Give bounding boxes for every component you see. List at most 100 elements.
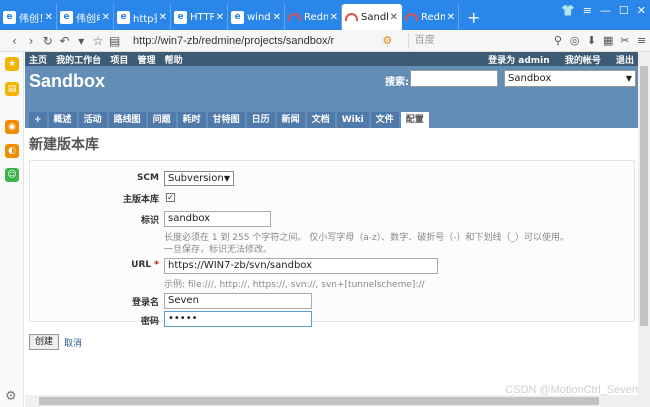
tab-issues[interactable]: 问题 [147,112,176,128]
browser-tab[interactable]: e伟创！✕ [0,4,57,30]
settings-gear-icon[interactable]: ⚙ [5,389,17,404]
app-icon[interactable]: ☺ [5,168,19,182]
vertical-scrollbar[interactable] [638,52,650,395]
minimize-icon[interactable]: — [600,4,611,17]
skin-icon[interactable]: 👕 [561,4,575,17]
url-label: URL * [44,260,159,270]
url-input[interactable]: https://WIN7-zb/svn/sandbox [164,258,438,274]
my-account-link[interactable]: 我的帐号 [565,56,601,66]
tab-wiki[interactable]: Wiki [336,112,369,128]
browser-sidebar: ★ ▤ ◉ ◐ ☺ ⚙ [0,52,24,407]
notes-icon[interactable]: ▤ [5,82,19,96]
redmine-icon [288,13,301,21]
top-menu-help[interactable]: 帮助 [165,56,183,66]
project-jump-value: Sandbox [508,73,552,84]
password-input[interactable]: ••••• [164,311,312,327]
browser-tab[interactable]: ehttp鉴✕ [114,4,171,30]
main-menu: + 概述 活动 路线图 问题 耗时 甘特图 日历 新闻 文档 Wiki 文件 配… [25,111,638,128]
url-field[interactable]: http://win7-zb/redmine/projects/sandbox/… [133,33,379,49]
logout-link[interactable]: 退出 [616,56,634,66]
tab-files[interactable]: 文件 [370,112,399,128]
identifier-input[interactable]: sandbox [164,211,271,227]
rss-icon[interactable]: ◉ [5,120,19,134]
toolbar-icon-1[interactable]: ◎ [566,34,583,47]
ie-icon: e [231,10,244,24]
identifier-label: 标识 [140,216,159,226]
star-icon[interactable]: ☆ [90,34,107,48]
close-icon[interactable]: ✕ [447,12,455,23]
undo-icon[interactable]: ↶ [56,34,73,48]
top-menu: 主页 我的工作台 项目 管理 帮助 登录为 admin 我的帐号 退出 [25,52,638,66]
back-icon[interactable]: ‹ [6,34,23,48]
tab-news[interactable]: 新闻 [276,112,305,128]
horizontal-scrollbar[interactable] [25,395,650,407]
toolbar-icon-3[interactable]: ▦ [600,34,617,47]
main-repository-checkbox[interactable]: ✓ [166,193,175,202]
toolbar-icon-4[interactable]: ✂ [617,34,634,47]
close-window-icon[interactable]: ✕ [637,4,646,17]
browser-tab[interactable]: ewindo✕ [228,4,285,30]
favorites-star-icon[interactable]: ★ [5,57,19,71]
main-content: 新建版本库 SCM Subversion ▼ 主版本库 ✓ 标识 sandbox … [25,128,638,350]
url-info: 示例: file:///, http://, https://, svn://,… [164,280,425,290]
project-jump-select[interactable]: Sandbox ▼ [504,70,636,87]
top-menu-home[interactable]: 主页 [29,56,47,66]
browser-tab[interactable]: e伟创电✕ [57,4,114,30]
tab-documents[interactable]: 文档 [306,112,335,128]
top-menu-projects[interactable]: 项目 [110,56,128,66]
tab-activity[interactable]: 活动 [78,112,107,128]
chevron-down-icon: ▼ [625,74,632,83]
tab-roadmap[interactable]: 路线图 [108,112,146,128]
horizontal-scrollbar-thumb[interactable] [39,397,599,405]
search-label: 搜索: [385,77,409,88]
dropdown-icon[interactable]: ▾ [73,34,90,48]
refresh-icon[interactable]: ↻ [39,34,56,48]
new-tab-button[interactable]: + [459,4,488,30]
tab-spent-time[interactable]: 耗时 [177,112,206,128]
main-repository-label: 主版本库 [122,195,159,205]
toolbar-icon-2[interactable]: ⬇ [583,34,600,47]
close-icon[interactable]: ✕ [102,12,110,23]
close-icon[interactable]: ✕ [45,12,53,23]
forward-icon[interactable]: › [23,34,40,48]
identifier-info-2: 一旦保存，标识无法修改。 [164,245,273,255]
close-icon[interactable]: ✕ [330,12,338,23]
vertical-scrollbar-thumb[interactable] [640,66,648,326]
close-icon[interactable]: ✕ [216,12,224,23]
browser-tab[interactable]: e HTTP ✕ [171,4,228,30]
login-input[interactable]: Seven [164,293,312,309]
close-icon[interactable]: ✕ [390,12,398,23]
ie-icon: e [3,10,16,24]
menu-icon[interactable]: ≡ [583,4,592,17]
password-label: 密码 [140,317,159,327]
top-menu-left: 主页 我的工作台 项目 管理 帮助 [29,53,189,66]
tab-gantt[interactable]: 甘特图 [207,112,245,128]
browser-tab[interactable]: Redm✕ [402,4,459,30]
top-menu-admin[interactable]: 管理 [137,56,155,66]
top-menu-my-page[interactable]: 我的工作台 [56,56,101,66]
maximize-icon[interactable]: ☐ [619,4,629,17]
chevron-down-icon: ▼ [223,174,230,183]
cancel-link[interactable]: 取消 [64,336,82,349]
browser-tab-bar: e伟创！✕ e伟创电✕ ehttp鉴✕ eHTTP✕ ewindo✕ Redm✕… [0,0,650,30]
weibo-icon[interactable]: ◐ [5,144,19,158]
tab-calendar[interactable]: 日历 [246,112,275,128]
page-icon[interactable]: ▤ [106,34,123,48]
ie-icon: e [60,10,73,24]
tab-overview[interactable]: 概述 [48,112,77,128]
extension-icon[interactable]: ⚙ [379,34,396,47]
create-button[interactable]: 创建 [29,334,60,350]
search-icon[interactable]: ⚲ [550,34,567,47]
browser-tab-active[interactable]: Sandl ✕ [342,4,402,30]
required-mark: * [154,260,159,270]
close-icon[interactable]: ✕ [159,12,167,23]
scm-select[interactable]: Subversion ▼ [164,171,234,186]
search-input[interactable] [410,70,498,87]
tab-new[interactable]: + [29,112,47,128]
address-bar: ‹ › ↻ ↶ ▾ ☆ ▤ http://win7-zb/redmine/pro… [0,30,650,52]
browser-tab[interactable]: Redm✕ [285,4,342,30]
tab-settings[interactable]: 配置 [400,112,429,128]
toolbar-icon-5[interactable]: ≡ [633,34,650,47]
close-icon[interactable]: ✕ [273,12,281,23]
search-engine-field[interactable]: 百度 [407,32,536,49]
